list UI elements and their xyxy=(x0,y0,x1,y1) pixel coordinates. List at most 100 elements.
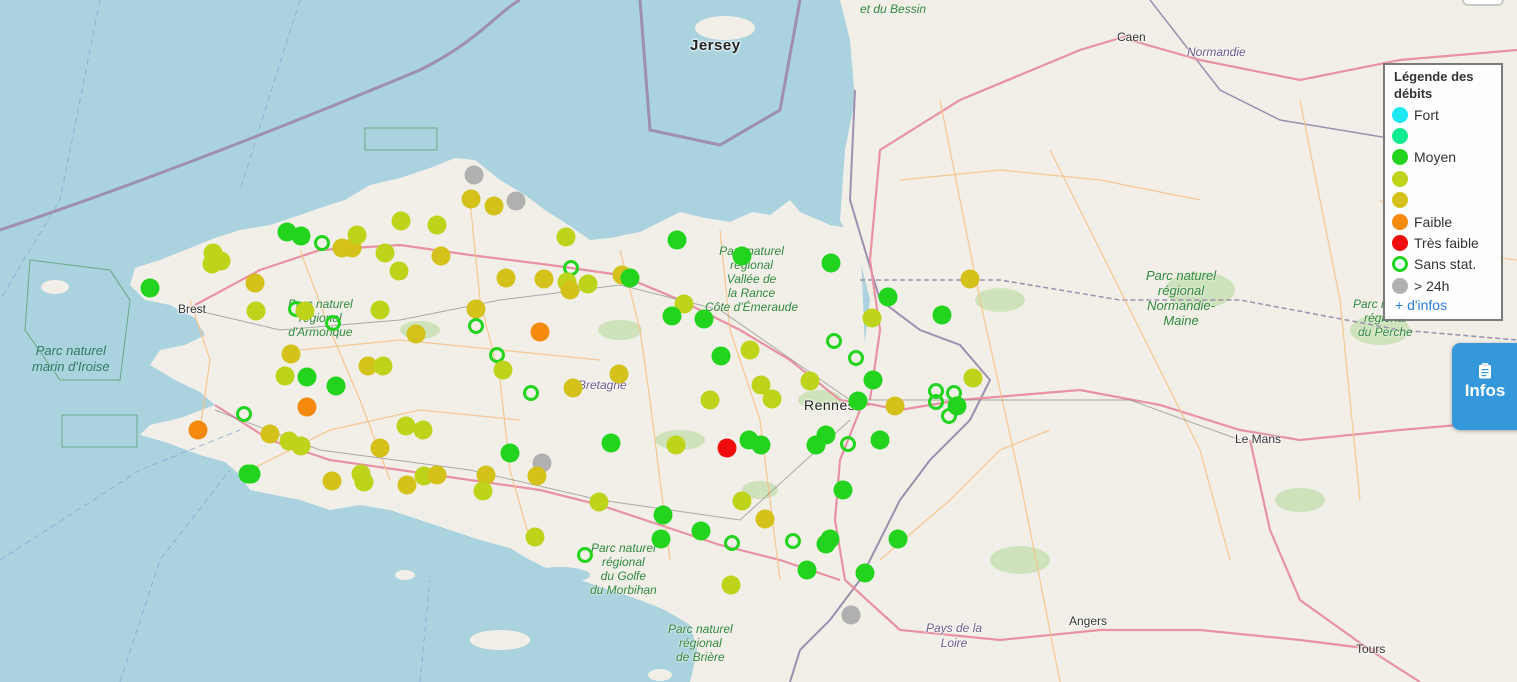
station-marker-sans-stat[interactable] xyxy=(314,235,330,251)
station-marker-sans-stat[interactable] xyxy=(468,318,484,334)
station-marker[interactable] xyxy=(662,306,682,326)
station-marker[interactable] xyxy=(878,287,898,307)
station-marker[interactable] xyxy=(202,254,222,274)
station-marker[interactable] xyxy=(563,378,583,398)
station-marker[interactable] xyxy=(589,492,609,512)
station-marker[interactable] xyxy=(653,505,673,525)
station-marker[interactable] xyxy=(560,280,580,300)
station-marker[interactable] xyxy=(694,309,714,329)
station-marker[interactable] xyxy=(732,246,752,266)
station-marker[interactable] xyxy=(717,438,737,458)
station-marker[interactable] xyxy=(740,340,760,360)
station-marker[interactable] xyxy=(431,246,451,266)
station-marker-sans-stat[interactable] xyxy=(325,315,341,331)
station-marker[interactable] xyxy=(578,274,598,294)
station-marker[interactable] xyxy=(762,389,782,409)
station-marker[interactable] xyxy=(500,443,520,463)
station-marker[interactable] xyxy=(862,308,882,328)
station-marker-sans-stat[interactable] xyxy=(785,533,801,549)
station-marker[interactable] xyxy=(476,465,496,485)
station-marker[interactable] xyxy=(466,299,486,319)
station-marker[interactable] xyxy=(816,425,836,445)
station-marker[interactable] xyxy=(870,430,890,450)
station-marker[interactable] xyxy=(651,529,671,549)
station-marker-sans-stat[interactable] xyxy=(840,436,856,452)
station-marker[interactable] xyxy=(391,211,411,231)
station-marker[interactable] xyxy=(370,438,390,458)
station-marker[interactable] xyxy=(322,471,342,491)
station-marker[interactable] xyxy=(506,191,526,211)
station-marker[interactable] xyxy=(295,301,315,321)
station-marker[interactable] xyxy=(525,527,545,547)
station-marker[interactable] xyxy=(375,243,395,263)
station-marker[interactable] xyxy=(493,360,513,380)
station-marker[interactable] xyxy=(297,367,317,387)
station-marker[interactable] xyxy=(260,424,280,444)
station-marker[interactable] xyxy=(530,322,550,342)
station-marker[interactable] xyxy=(667,230,687,250)
infos-button[interactable]: Infos xyxy=(1452,343,1517,430)
station-marker[interactable] xyxy=(732,491,752,511)
station-marker[interactable] xyxy=(245,273,265,293)
station-marker-sans-stat[interactable] xyxy=(826,333,842,349)
legend-more-info-link[interactable]: + d'infos xyxy=(1395,297,1497,313)
station-marker[interactable] xyxy=(888,529,908,549)
station-marker[interactable] xyxy=(821,253,841,273)
station-marker[interactable] xyxy=(963,368,983,388)
station-marker[interactable] xyxy=(389,261,409,281)
station-marker[interactable] xyxy=(833,480,853,500)
station-marker[interactable] xyxy=(351,464,371,484)
station-marker[interactable] xyxy=(556,227,576,247)
station-marker[interactable] xyxy=(721,575,741,595)
station-marker[interactable] xyxy=(932,305,952,325)
station-marker[interactable] xyxy=(347,225,367,245)
station-marker[interactable] xyxy=(291,226,311,246)
station-marker[interactable] xyxy=(326,376,346,396)
station-marker[interactable] xyxy=(841,605,861,625)
station-marker[interactable] xyxy=(291,436,311,456)
station-marker[interactable] xyxy=(800,371,820,391)
station-marker[interactable] xyxy=(461,189,481,209)
station-marker-sans-stat[interactable] xyxy=(489,347,505,363)
station-marker-sans-stat[interactable] xyxy=(848,350,864,366)
station-marker[interactable] xyxy=(751,435,771,455)
station-marker[interactable] xyxy=(666,435,686,455)
station-marker[interactable] xyxy=(700,390,720,410)
station-marker[interactable] xyxy=(797,560,817,580)
station-marker-sans-stat[interactable] xyxy=(523,385,539,401)
station-marker[interactable] xyxy=(297,397,317,417)
station-marker[interactable] xyxy=(855,563,875,583)
station-marker[interactable] xyxy=(848,391,868,411)
station-marker[interactable] xyxy=(246,301,266,321)
station-marker[interactable] xyxy=(496,268,516,288)
station-marker[interactable] xyxy=(527,466,547,486)
station-marker[interactable] xyxy=(396,416,416,436)
station-marker-sans-stat[interactable] xyxy=(724,535,740,551)
map-control-tab[interactable] xyxy=(1462,0,1504,6)
station-marker[interactable] xyxy=(281,344,301,364)
station-marker[interactable] xyxy=(473,481,493,501)
station-marker-sans-stat[interactable] xyxy=(236,406,252,422)
station-marker[interactable] xyxy=(620,268,640,288)
station-marker[interactable] xyxy=(188,420,208,440)
station-marker[interactable] xyxy=(413,420,433,440)
station-marker[interactable] xyxy=(373,356,393,376)
station-marker[interactable] xyxy=(484,196,504,216)
station-marker[interactable] xyxy=(609,364,629,384)
station-marker[interactable] xyxy=(711,346,731,366)
station-marker[interactable] xyxy=(691,521,711,541)
station-marker[interactable] xyxy=(601,433,621,453)
station-marker[interactable] xyxy=(885,396,905,416)
station-marker[interactable] xyxy=(820,529,840,549)
station-marker[interactable] xyxy=(427,215,447,235)
station-marker[interactable] xyxy=(406,324,426,344)
station-marker[interactable] xyxy=(275,366,295,386)
station-marker[interactable] xyxy=(863,370,883,390)
station-marker[interactable] xyxy=(464,165,484,185)
station-marker[interactable] xyxy=(397,475,417,495)
station-marker[interactable] xyxy=(534,269,554,289)
station-marker[interactable] xyxy=(755,509,775,529)
station-marker-sans-stat[interactable] xyxy=(577,547,593,563)
station-marker[interactable] xyxy=(947,396,967,416)
station-marker[interactable] xyxy=(370,300,390,320)
